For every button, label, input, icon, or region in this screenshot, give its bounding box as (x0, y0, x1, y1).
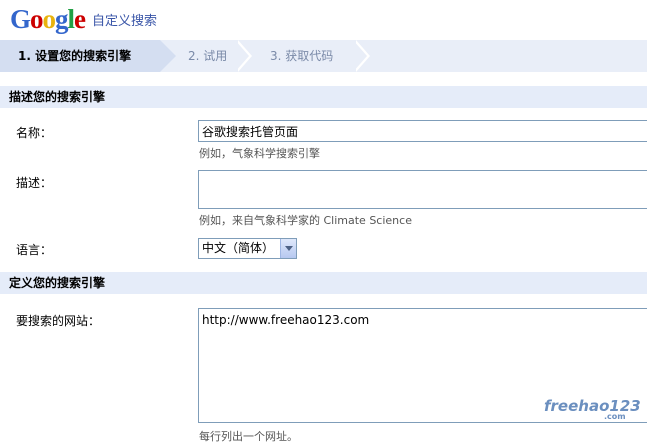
watermark-suffix: .com (604, 412, 626, 421)
description-hint: 例如，来自气象科学家的 Climate Science (199, 214, 412, 227)
sites-hint: 每行列出一个网址。 (199, 430, 298, 443)
step-get-code[interactable]: 3. 获取代码 (252, 40, 372, 72)
header: Google 自定义搜索 (0, 0, 647, 38)
language-label: 语言： (16, 243, 53, 257)
watermark-logo: freehao123 .com (544, 397, 641, 421)
product-title: 自定义搜索 (92, 14, 158, 29)
sites-label: 要搜索的网站： (16, 314, 101, 328)
section-describe-title: 描述您的搜索引擎 (0, 86, 647, 108)
step-try[interactable]: 2. 试用 (170, 40, 250, 72)
name-label: 名称： (16, 126, 53, 140)
step-setup: 1. 设置您的搜索引擎 (0, 40, 176, 72)
logo-letter: o (42, 4, 56, 34)
description-input[interactable] (198, 170, 647, 209)
watermark-text: freehao123 (544, 397, 641, 415)
logo-letter: o (30, 4, 43, 34)
chevron-down-icon[interactable] (280, 239, 296, 258)
section-define-title: 定义您的搜索引擎 (0, 272, 647, 294)
language-selected-value: 中文（简体） (202, 241, 275, 255)
language-select[interactable]: 中文（简体） (198, 238, 297, 259)
description-label: 描述： (16, 176, 53, 190)
name-hint: 例如，气象科学搜索引擎 (199, 147, 320, 160)
wizard-steps: 1. 设置您的搜索引擎 2. 试用 3. 获取代码 (0, 40, 647, 72)
google-logo[interactable]: Google (10, 4, 86, 34)
logo-letter: G (10, 4, 31, 34)
logo-letter: g (55, 4, 68, 34)
logo-letter: e (74, 4, 86, 34)
name-input[interactable]: 谷歌搜索托管页面 (198, 120, 647, 142)
